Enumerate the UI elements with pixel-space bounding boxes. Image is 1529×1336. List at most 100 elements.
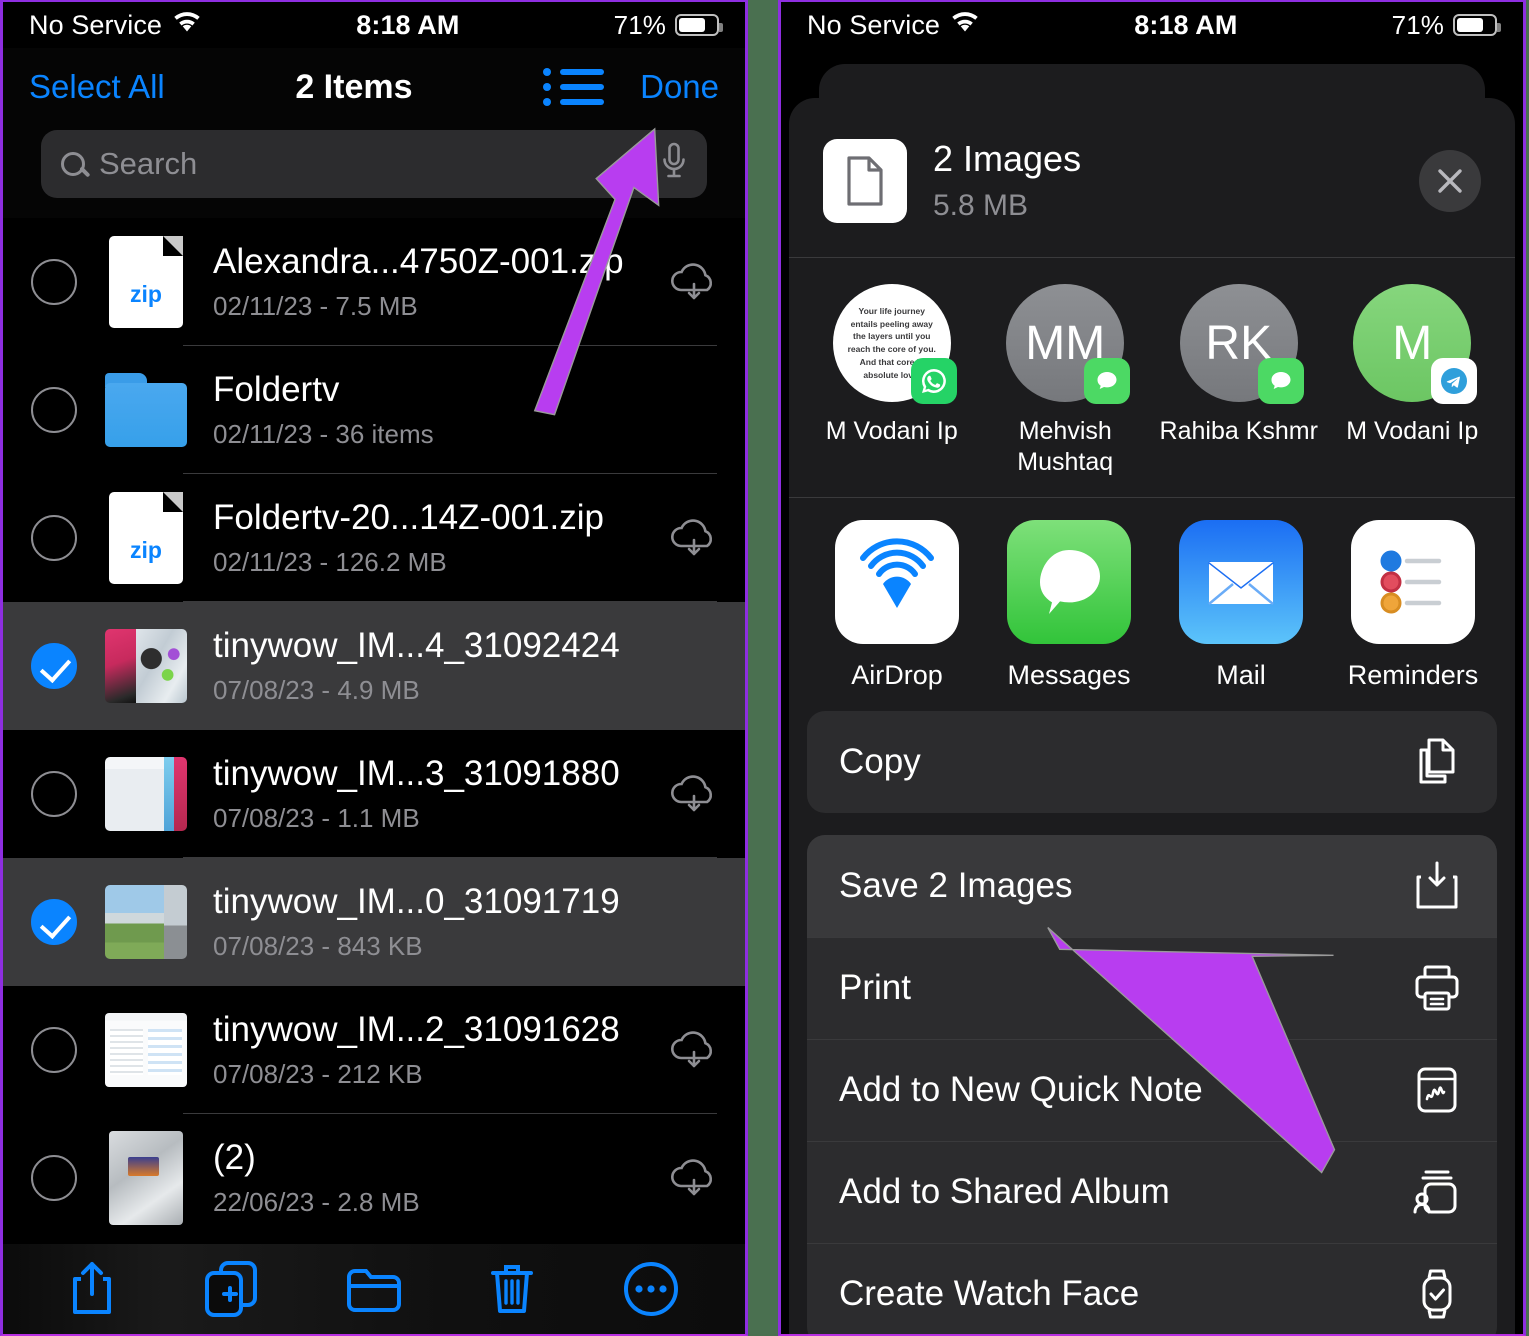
app-label: Mail (1216, 659, 1266, 690)
contact-item[interactable]: MM Mehvish Mushtaq (979, 284, 1153, 479)
row-checkbox[interactable] (31, 643, 77, 689)
app-item-mail[interactable]: Mail (1155, 519, 1327, 691)
row-checkbox[interactable] (31, 899, 77, 945)
zip-file-icon: zip (105, 492, 187, 584)
contact-name: Rahiba Kshmr (1159, 417, 1318, 445)
carrier-label: No Service (807, 9, 941, 40)
app-item-telegram[interactable]: Te (1499, 520, 1515, 691)
watch-face-icon (1409, 1266, 1465, 1322)
row-checkbox[interactable] (31, 771, 77, 817)
apps-row: AirDrop Messages Mail Reminders (789, 498, 1515, 711)
action-item-print[interactable]: Print (807, 936, 1497, 1039)
reminders-icon (1351, 519, 1475, 644)
image-thumbnail (105, 1004, 187, 1096)
image-thumbnail (105, 620, 187, 712)
action-label: Add to Shared Album (839, 1171, 1170, 1211)
search-area: Search (3, 126, 745, 218)
avatar: RK (1179, 284, 1304, 404)
avatar: MM (1006, 284, 1131, 404)
action-item-save-2-images[interactable]: Save 2 Images (807, 834, 1497, 937)
contact-item[interactable]: RK Rahiba Kshmr (1152, 284, 1326, 479)
action-item-create-watch-face[interactable]: Create Watch Face (807, 1242, 1497, 1335)
share-icon[interactable] (68, 1260, 116, 1318)
share-item-title: 2 Images (933, 138, 1082, 179)
app-item-messages[interactable]: Messages (983, 519, 1155, 691)
action-item-add-to-shared-album[interactable]: Add to Shared Album (807, 1140, 1497, 1243)
trash-icon[interactable] (489, 1261, 535, 1317)
action-group: Save 2 Images Print Add to New Quick Not… (807, 834, 1497, 1335)
contact-item[interactable]: Your life journey entails peeling away t… (805, 284, 979, 479)
action-item-copy[interactable]: Copy (807, 711, 1497, 813)
file-name: (2) (213, 1137, 256, 1177)
row-checkbox[interactable] (31, 259, 77, 305)
search-icon (61, 152, 85, 176)
icloud-download-icon[interactable] (667, 1156, 721, 1200)
icloud-download-icon[interactable] (667, 516, 721, 560)
print-icon (1409, 960, 1465, 1016)
clock: 8:18 AM (356, 9, 460, 40)
file-name: tinywow_IM...2_31091628 (213, 1009, 620, 1049)
contact-name: M Vodani Ip (825, 417, 958, 445)
app-item-airdrop[interactable]: AirDrop (811, 519, 983, 691)
icloud-download-icon[interactable] (667, 260, 721, 304)
select-all-button[interactable]: Select All (29, 68, 165, 106)
row-checkbox[interactable] (31, 1027, 77, 1073)
clock: 8:18 AM (1134, 9, 1238, 40)
search-placeholder: Search (99, 146, 198, 181)
app-label: Messages (1007, 659, 1131, 690)
contact-name: M Vodani Ip (1346, 417, 1479, 445)
file-meta: 22/06/23 - 2.8 MB (213, 1187, 420, 1218)
more-options-icon[interactable] (622, 1260, 680, 1318)
icloud-download-icon[interactable] (667, 772, 721, 816)
wifi-icon (172, 10, 202, 41)
messages-icon (1257, 358, 1304, 404)
status-bar: No Service 8:18 AM 71% (3, 2, 745, 48)
icloud-download-icon[interactable] (667, 1028, 721, 1072)
messages-icon (1007, 519, 1131, 644)
share-sheet: 2 Images 5.8 MB Your life journey entail… (789, 98, 1515, 1334)
screenshot-stage: No Service 8:18 AM 71% Select All 2 Item… (0, 0, 1529, 1336)
file-meta: 07/08/23 - 212 KB (213, 1059, 423, 1090)
image-thumbnail (105, 748, 187, 840)
folder-icon[interactable] (346, 1265, 402, 1313)
battery-percent-label: 71% (613, 9, 666, 40)
app-item-reminders[interactable]: Reminders (1327, 519, 1499, 691)
table-row[interactable]: Foldertv 02/11/23 - 36 items (3, 346, 745, 474)
airdrop-icon (835, 519, 959, 644)
action-label: Print (839, 967, 911, 1007)
bottom-toolbar (3, 1244, 745, 1334)
battery-percent-label: 71% (1391, 9, 1444, 40)
microphone-icon[interactable] (661, 142, 687, 187)
table-row[interactable]: zip Foldertv-20...14Z-001.zip 02/11/23 -… (3, 474, 745, 602)
quick-note-icon (1409, 1062, 1465, 1118)
telegram-icon (1431, 358, 1478, 404)
battery-icon (675, 14, 723, 36)
zip-file-icon: zip (105, 236, 187, 328)
file-meta: 02/11/23 - 36 items (213, 419, 434, 450)
search-input[interactable]: Search (41, 130, 707, 198)
file-meta: 02/11/23 - 7.5 MB (213, 291, 418, 322)
battery-icon (1453, 14, 1501, 36)
contact-item[interactable]: M M Vodani Ip (1326, 284, 1500, 479)
row-checkbox[interactable] (31, 387, 77, 433)
status-bar: No Service 8:18 AM 71% (781, 2, 1523, 48)
table-row[interactable]: tinywow_IM...3_31091880 07/08/23 - 1.1 M… (3, 730, 745, 858)
page-title: 2 Items (295, 67, 413, 106)
close-icon[interactable] (1419, 149, 1481, 212)
table-row[interactable]: zip Alexandra...4750Z-001.zip 02/11/23 -… (3, 218, 745, 346)
new-folder-copy-icon[interactable] (203, 1260, 259, 1318)
table-row[interactable]: tinywow_IM...0_31091719 07/08/23 - 843 K… (3, 858, 745, 986)
table-row[interactable]: (2) 22/06/23 - 2.8 MB (3, 1114, 745, 1242)
done-button[interactable]: Done (640, 68, 719, 106)
table-row[interactable]: tinywow_IM...4_31092424 07/08/23 - 4.9 M… (3, 602, 745, 730)
action-item-add-to-new-quick-note[interactable]: Add to New Quick Note (807, 1038, 1497, 1141)
mail-icon (1179, 519, 1303, 644)
messages-icon (1084, 358, 1131, 404)
action-label: Create Watch Face (839, 1273, 1140, 1313)
right-phone-share-sheet: No Service 8:18 AM 71% 2 Images 5.8 MB Y… (778, 0, 1526, 1336)
table-row[interactable]: tinywow_IM...2_31091628 07/08/23 - 212 K… (3, 986, 745, 1114)
row-checkbox[interactable] (31, 515, 77, 561)
row-checkbox[interactable] (31, 1155, 77, 1201)
save-download-icon (1409, 858, 1465, 914)
list-view-icon[interactable] (543, 68, 605, 106)
